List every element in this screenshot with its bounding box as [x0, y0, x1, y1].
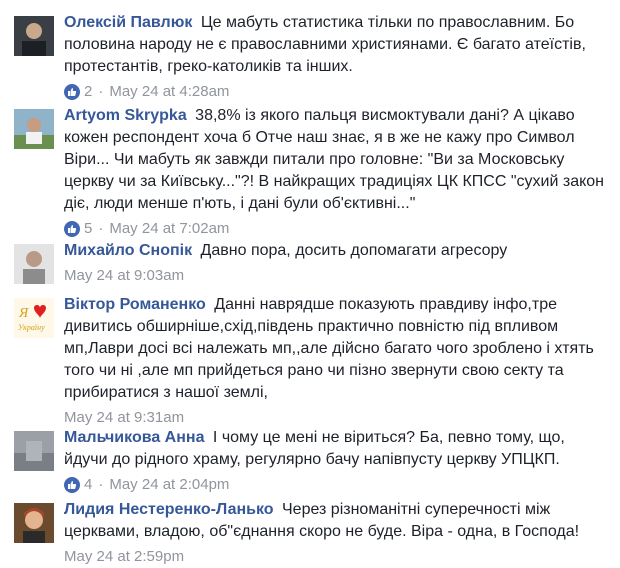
comment-meta: May 24 at 9:31am	[64, 408, 620, 428]
user-photo-icon	[14, 503, 54, 543]
comment: Михайло Снопік Давно пора, досить допома…	[0, 240, 620, 286]
avatar[interactable]	[14, 503, 54, 543]
avatar[interactable]	[14, 109, 54, 149]
separator-dot: ·	[98, 83, 104, 100]
comment-body: Михайло Снопік Давно пора, досить допома…	[64, 240, 604, 262]
comment-text: Давно пора, досить допомагати агресору	[200, 242, 508, 259]
comment-author[interactable]: Мальчикова Анна	[64, 429, 204, 446]
separator-dot: ·	[98, 476, 104, 493]
user-photo-icon	[14, 244, 54, 284]
comment-body: Віктор Романенко Данні наврядше показуют…	[64, 294, 604, 404]
comment: Лидия Нестеренко-Ланько Через різноманіт…	[0, 499, 620, 567]
comment-body: Мальчикова Анна І чому це мені не вірить…	[64, 427, 604, 471]
comment-timestamp[interactable]: May 24 at 2:04pm	[109, 475, 229, 495]
comment-timestamp[interactable]: May 24 at 4:28am	[109, 82, 229, 102]
comment-meta: May 24 at 2:59pm	[64, 547, 620, 567]
svg-text:Я: Я	[18, 306, 29, 321]
like-count: 4	[84, 476, 93, 493]
like-icon[interactable]	[64, 84, 80, 100]
comment-author[interactable]: Лидия Нестеренко-Ланько	[64, 501, 274, 518]
comment-meta: 2 · May 24 at 4:28am	[64, 82, 620, 102]
like-icon[interactable]	[64, 221, 80, 237]
comments-list: Олексій Павлюк Це мабуть статистика тіль…	[0, 0, 620, 568]
comment: Мальчикова Анна І чому це мені не вірить…	[0, 427, 620, 495]
comment-author[interactable]: Artyom Skrypka	[64, 107, 187, 124]
comment: Олексій Павлюк Це мабуть статистика тіль…	[0, 12, 620, 102]
user-photo-icon	[14, 109, 54, 149]
comment-author[interactable]: Олексій Павлюк	[64, 14, 192, 31]
comment-timestamp[interactable]: May 24 at 9:31am	[64, 408, 184, 428]
avatar[interactable]	[14, 16, 54, 56]
avatar[interactable]: Я Україну	[14, 298, 54, 338]
comment-meta: 5 · May 24 at 7:02am	[64, 219, 620, 239]
comment-author[interactable]: Віктор Романенко	[64, 296, 206, 313]
like-icon[interactable]	[64, 477, 80, 493]
comment-body: Лидия Нестеренко-Ланько Через різноманіт…	[64, 499, 604, 543]
comment-body: Artyom Skrypka 38,8% із якого пальця вис…	[64, 105, 604, 215]
avatar[interactable]	[14, 244, 54, 284]
comment-timestamp[interactable]: May 24 at 2:59pm	[64, 547, 184, 567]
comment-author[interactable]: Михайло Снопік	[64, 242, 192, 259]
comment: Я Україну Віктор Романенко Данні наврядш…	[0, 294, 620, 428]
user-photo-icon	[14, 16, 54, 56]
comment-timestamp[interactable]: May 24 at 9:03am	[64, 266, 184, 286]
user-photo-icon	[14, 431, 54, 471]
separator-dot: ·	[98, 220, 104, 237]
like-count: 5	[84, 220, 93, 237]
comment-timestamp[interactable]: May 24 at 7:02am	[109, 219, 229, 239]
svg-text:Україну: Україну	[18, 323, 45, 332]
comment-body: Олексій Павлюк Це мабуть статистика тіль…	[64, 12, 604, 78]
comment-meta: May 24 at 9:03am	[64, 266, 620, 286]
comment-meta: 4 · May 24 at 2:04pm	[64, 475, 620, 495]
heart-ukraine-icon: Я Україну	[14, 298, 54, 338]
comment: Artyom Skrypka 38,8% із якого пальця вис…	[0, 105, 620, 239]
avatar[interactable]	[14, 431, 54, 471]
like-count: 2	[84, 83, 93, 100]
